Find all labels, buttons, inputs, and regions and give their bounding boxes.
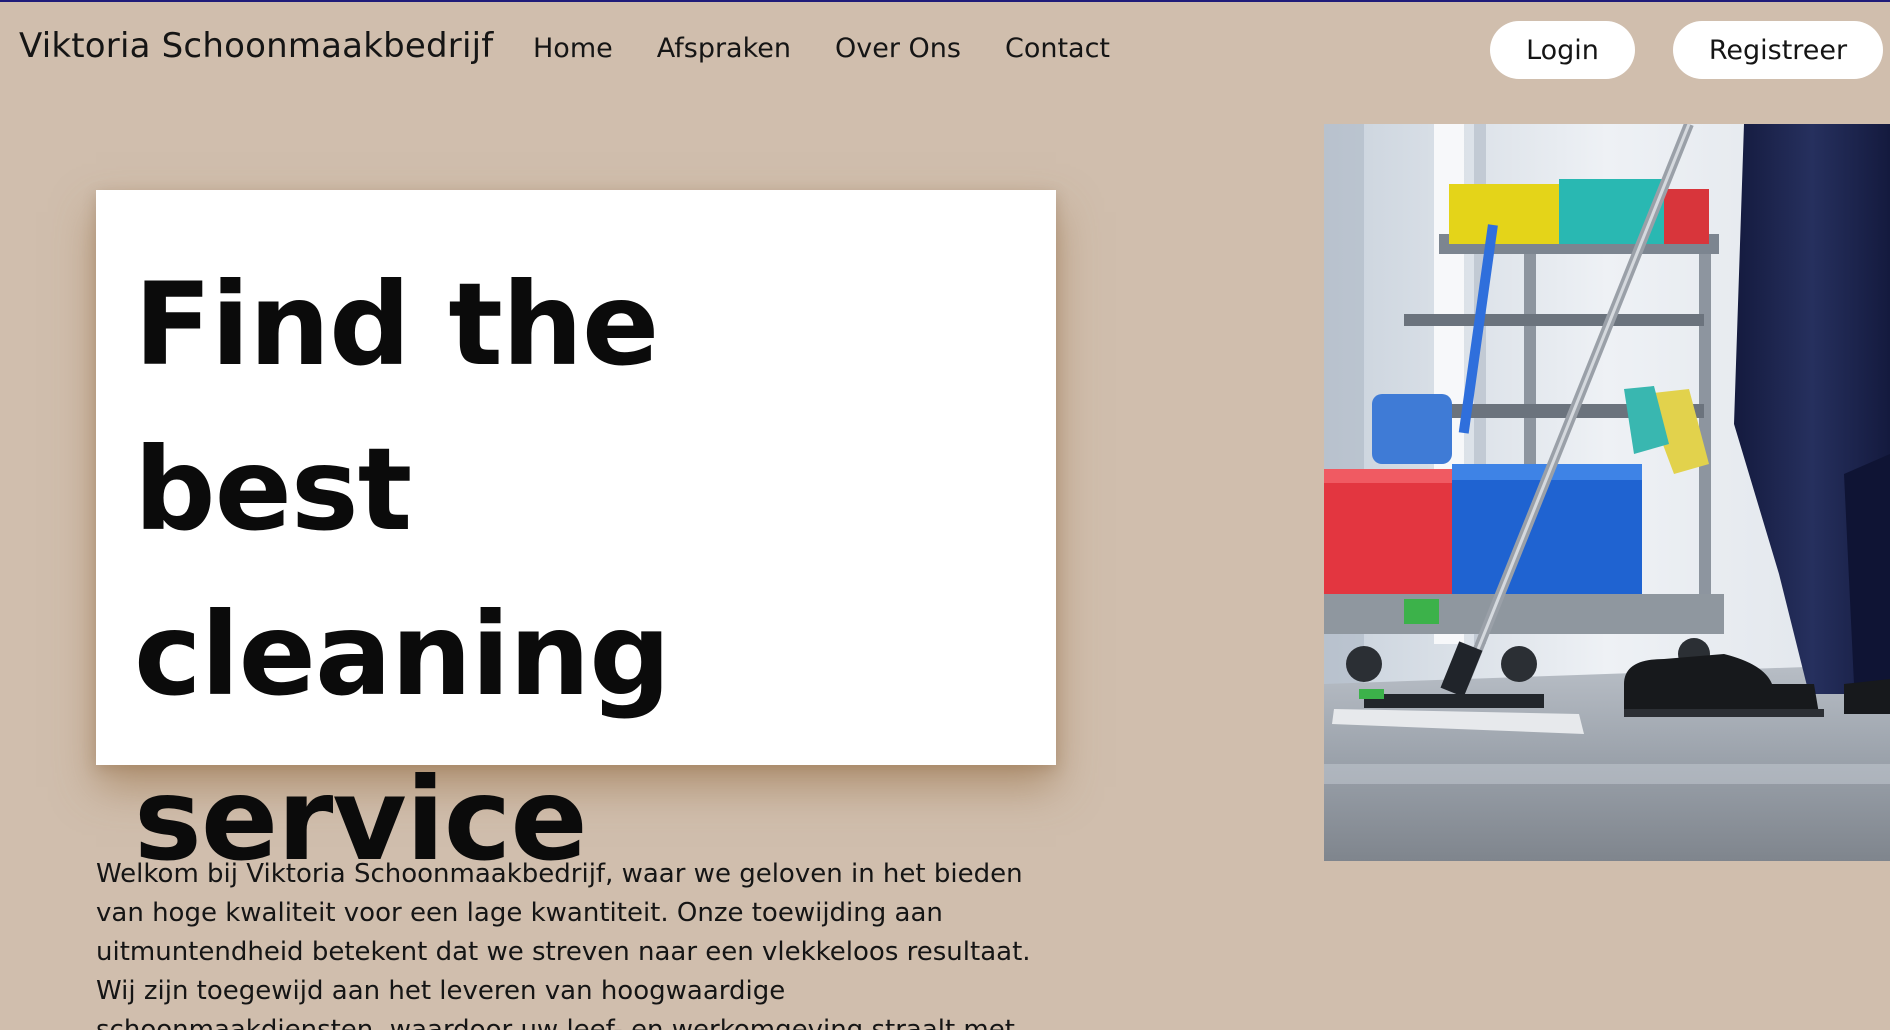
hero-cleaning-photo — [1324, 124, 1890, 861]
nav-link-afspraken[interactable]: Afspraken — [657, 33, 791, 64]
nav-link-contact[interactable]: Contact — [1005, 33, 1110, 64]
main-nav: Home Afspraken Over Ons Contact — [533, 33, 1110, 64]
hero-card: Find the best cleaning service — [96, 190, 1056, 886]
hero-intro-text: Welkom bij Viktoria Schoonmaakbedrijf, w… — [96, 859, 1031, 1030]
hero-title: Find the best cleaning service — [134, 258, 671, 886]
top-border — [0, 0, 1890, 2]
nav-link-home[interactable]: Home — [533, 33, 613, 64]
page: Viktoria Schoonmaakbedrijf Home Afsprake… — [0, 0, 1890, 1030]
register-button[interactable]: Registreer — [1673, 21, 1883, 79]
login-button[interactable]: Login — [1490, 21, 1635, 79]
brand-logo-text[interactable]: Viktoria Schoonmaakbedrijf — [19, 26, 493, 66]
nav-link-over-ons[interactable]: Over Ons — [835, 33, 961, 64]
